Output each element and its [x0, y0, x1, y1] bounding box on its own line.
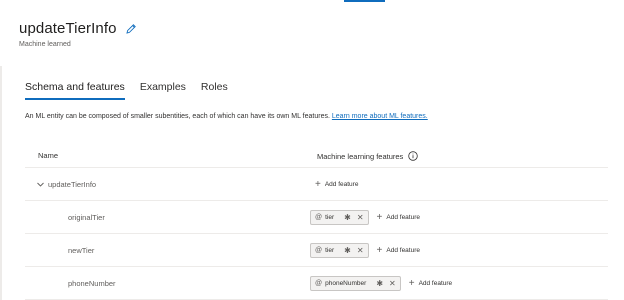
- plus-icon: +: [376, 211, 383, 223]
- column-header-name: Name: [38, 151, 59, 160]
- top-active-indicator: [344, 0, 385, 2]
- remove-feature-icon[interactable]: ✕: [389, 279, 396, 288]
- tab-examples[interactable]: Examples: [140, 81, 186, 100]
- row-name-cell: newTier: [68, 234, 94, 266]
- remove-feature-icon[interactable]: ✕: [357, 246, 364, 255]
- add-feature-label: Add feature: [324, 180, 359, 188]
- column-header-features-label: Machine learning features: [317, 151, 404, 161]
- intro-description: An ML entity can be composed of smaller …: [25, 113, 332, 120]
- at-icon: @: [315, 279, 323, 287]
- row-name-cell: phoneNumber: [68, 267, 116, 299]
- add-feature-label: Add feature: [386, 213, 420, 221]
- feature-chip[interactable]: @ phoneNumber ✱ ✕: [310, 275, 401, 291]
- plus-icon: +: [315, 178, 321, 190]
- feature-chip-label: tier: [325, 246, 335, 254]
- remove-feature-icon[interactable]: ✕: [357, 213, 364, 222]
- chevron-down-icon[interactable]: [36, 180, 45, 189]
- feature-chip[interactable]: @ tier ✱ ✕: [310, 242, 369, 258]
- tab-roles[interactable]: Roles: [201, 81, 228, 100]
- tab-bar: Schema and features Examples Roles: [25, 81, 243, 100]
- subentity-name: newTier: [68, 245, 95, 255]
- subentity-name: originalTier: [68, 212, 105, 222]
- table-row: phoneNumber @ phoneNumber ✱ ✕ + Add feat…: [25, 267, 608, 300]
- add-feature-label: Add feature: [386, 246, 420, 254]
- tab-schema-and-features[interactable]: Schema and features: [25, 81, 125, 100]
- feature-chip-label: phoneNumber: [325, 279, 367, 287]
- table-header: Name Machine learning features: [25, 140, 608, 168]
- required-asterisk-icon[interactable]: ✱: [376, 279, 383, 288]
- entity-type-label: Machine learned: [19, 41, 71, 48]
- add-feature-button[interactable]: + Add feature: [315, 179, 358, 190]
- column-header-features: Machine learning features: [317, 151, 419, 161]
- row-name-cell: updateTierInfo: [36, 168, 96, 200]
- subentity-table: Name Machine learning features updateTie…: [25, 140, 608, 300]
- feature-chip-label: tier: [325, 213, 335, 221]
- add-feature-button[interactable]: + Add feature: [377, 245, 420, 256]
- row-features-cell: @ tier ✱ ✕ + Add feature: [310, 201, 420, 233]
- pencil-icon[interactable]: [125, 23, 137, 35]
- left-divider: [0, 66, 2, 300]
- subentity-name: phoneNumber: [68, 278, 116, 288]
- table-row: originalTier @ tier ✱ ✕ + Add feature: [25, 201, 608, 234]
- add-feature-button[interactable]: + Add feature: [409, 278, 452, 289]
- at-icon: @: [315, 246, 323, 254]
- required-asterisk-icon[interactable]: ✱: [344, 246, 351, 255]
- title-row: updateTierInfo: [19, 20, 137, 37]
- info-icon[interactable]: [408, 151, 419, 161]
- table-row: newTier @ tier ✱ ✕ + Add feature: [25, 234, 608, 267]
- row-features-cell: @ tier ✱ ✕ + Add feature: [310, 234, 420, 266]
- plus-icon: +: [376, 244, 383, 256]
- table-row: updateTierInfo + Add feature: [25, 168, 608, 201]
- row-features-cell: @ phoneNumber ✱ ✕ + Add feature: [310, 267, 452, 299]
- required-asterisk-icon[interactable]: ✱: [344, 213, 351, 222]
- entity-name: updateTierInfo: [48, 179, 97, 189]
- plus-icon: +: [408, 277, 415, 289]
- add-feature-button[interactable]: + Add feature: [377, 212, 420, 223]
- row-features-cell: + Add feature: [310, 168, 358, 200]
- learn-more-link[interactable]: Learn more about ML features.: [332, 113, 428, 120]
- feature-chip[interactable]: @ tier ✱ ✕: [310, 209, 369, 225]
- intro-text: An ML entity can be composed of smaller …: [25, 113, 428, 120]
- add-feature-label: Add feature: [418, 279, 453, 287]
- at-icon: @: [315, 213, 323, 221]
- page-title: updateTierInfo: [19, 20, 117, 37]
- row-name-cell: originalTier: [68, 201, 105, 233]
